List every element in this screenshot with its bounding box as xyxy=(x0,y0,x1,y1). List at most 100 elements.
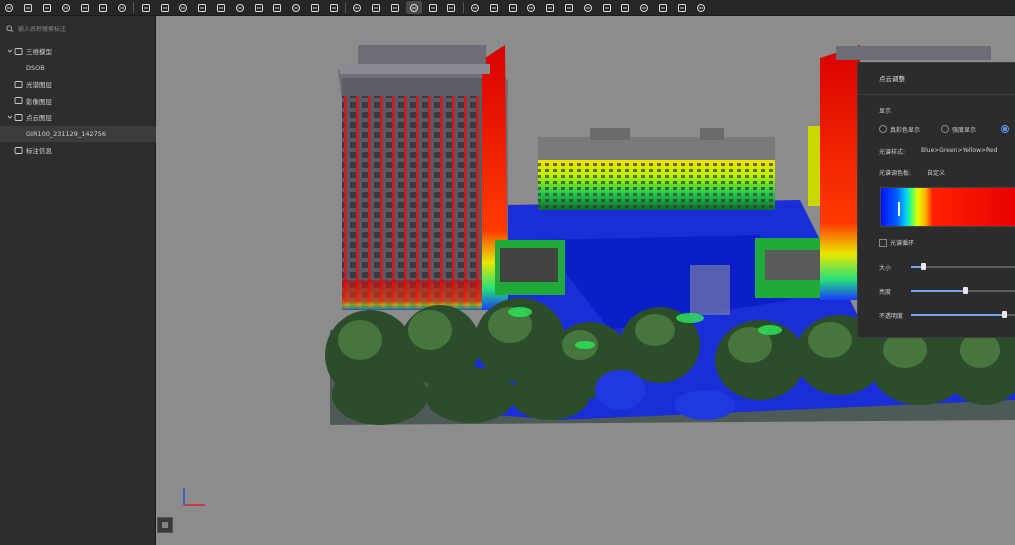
chevron-down-icon[interactable] xyxy=(6,47,14,55)
tree-node-label: DSOB xyxy=(26,63,45,72)
volume-button[interactable] xyxy=(523,1,539,14)
tree-node-label: 标注信息 xyxy=(26,147,52,156)
open-folder-button[interactable] xyxy=(20,1,36,14)
layers-icon xyxy=(14,80,23,89)
toolbar-separator xyxy=(133,2,135,13)
open-folder-icon xyxy=(24,3,33,12)
toolbar-separator xyxy=(345,2,347,13)
ramp-marker[interactable] xyxy=(898,202,900,216)
grid-box-button[interactable] xyxy=(326,1,342,14)
tree-node[interactable]: 标注信息 xyxy=(0,142,155,159)
cloud-button[interactable] xyxy=(39,1,55,14)
spectrum-loop-checkbox[interactable] xyxy=(879,239,887,247)
tree-node-label: 光谱图层 xyxy=(26,81,52,90)
section-button[interactable] xyxy=(542,1,558,14)
copy-button[interactable] xyxy=(213,1,229,14)
close-circle-button[interactable] xyxy=(114,1,130,14)
document-icon xyxy=(621,3,630,12)
tree-node-label: 三维模型 xyxy=(26,48,52,57)
image-button[interactable] xyxy=(655,1,671,14)
import-icon xyxy=(141,3,150,12)
spectrum-radio[interactable] xyxy=(1001,125,1009,133)
grid-box-icon xyxy=(329,3,338,12)
main-toolbar xyxy=(0,0,1015,16)
tree-node[interactable]: 光谱图层 xyxy=(0,76,155,93)
orbit-button[interactable] xyxy=(349,1,365,14)
new-file-icon xyxy=(5,3,14,12)
size-slider-knob[interactable] xyxy=(921,263,926,270)
tree-node[interactable]: DSOB xyxy=(0,60,175,77)
size-slider[interactable] xyxy=(911,263,1015,270)
opacity-label: 不透明度 xyxy=(879,313,904,320)
pin-button[interactable] xyxy=(467,1,483,14)
camera-button[interactable] xyxy=(561,1,577,14)
layer-split-icon xyxy=(198,3,207,12)
crop-icon xyxy=(602,3,611,12)
color-ramp-editor[interactable] xyxy=(880,187,1015,227)
tree-node[interactable]: GIR100_231129_142756 xyxy=(0,125,175,142)
chevron-down-icon[interactable] xyxy=(6,113,14,121)
layer-list-toggle-button[interactable] xyxy=(157,517,173,533)
opacity-slider[interactable] xyxy=(911,311,1015,318)
spectrum-loop-label: 光谱循环 xyxy=(890,240,915,247)
crop-button[interactable] xyxy=(599,1,615,14)
monitor-button[interactable] xyxy=(387,1,403,14)
flag-active-button[interactable] xyxy=(405,1,422,14)
save-icon xyxy=(61,3,70,12)
ramp-color-label: 光谱调色板: xyxy=(879,170,912,177)
cursor-button[interactable] xyxy=(636,1,652,14)
new-file-button[interactable] xyxy=(1,1,17,14)
toolbar-separator xyxy=(462,2,464,13)
nodes-icon xyxy=(235,3,244,12)
move-button[interactable] xyxy=(425,1,441,14)
cube-outline-button[interactable] xyxy=(288,1,304,14)
save-button[interactable] xyxy=(58,1,74,14)
intensity-radio[interactable] xyxy=(941,125,949,133)
box-icon xyxy=(254,3,263,12)
orbit-icon xyxy=(353,3,362,12)
box-button[interactable] xyxy=(251,1,267,14)
report-button[interactable] xyxy=(674,1,690,14)
brightness-slider[interactable] xyxy=(911,287,1015,294)
terrain-icon xyxy=(160,3,169,12)
true-color-radio[interactable] xyxy=(879,125,887,133)
search-icon xyxy=(6,25,14,33)
opacity-slider-knob[interactable] xyxy=(1002,311,1007,318)
import-button[interactable] xyxy=(138,1,154,14)
cube-button[interactable] xyxy=(269,1,285,14)
brightness-label: 亮度 xyxy=(879,289,892,296)
point-cloud-icon xyxy=(14,113,23,122)
image-icon xyxy=(658,3,667,12)
rotate-view-button[interactable] xyxy=(443,1,459,14)
refresh-button[interactable] xyxy=(77,1,93,14)
move-icon xyxy=(428,3,437,12)
mountain-button[interactable] xyxy=(580,1,596,14)
light-button[interactable] xyxy=(175,1,191,14)
ramp-style-value[interactable]: Blue>Green>Yellow>Red xyxy=(921,147,997,154)
rotate-view-icon xyxy=(447,3,456,12)
settings-icon xyxy=(99,3,108,12)
zoom-extent-button[interactable] xyxy=(368,1,384,14)
tree-node[interactable]: 影像图层 xyxy=(0,93,155,110)
brightness-slider-knob[interactable] xyxy=(963,287,968,294)
ramp-color-value[interactable]: 自定义 xyxy=(927,168,945,177)
ruler-button[interactable] xyxy=(505,1,521,14)
layer-split-button[interactable] xyxy=(194,1,210,14)
document-button[interactable] xyxy=(617,1,633,14)
tree-node[interactable]: 点云图层 xyxy=(0,109,155,126)
cube-icon xyxy=(273,3,282,12)
search-icon xyxy=(696,3,705,12)
wireframe-box-button[interactable] xyxy=(307,1,323,14)
flag-button[interactable] xyxy=(486,1,502,14)
wireframe-box-icon xyxy=(310,3,319,12)
nodes-button[interactable] xyxy=(232,1,248,14)
ramp-style-label: 光谱样式: xyxy=(879,149,906,156)
layer-tree-panel: 三维模型 DSOB 光谱图层影像图层点云图层 GIR100_231129_142756… xyxy=(0,16,175,545)
settings-button[interactable] xyxy=(95,1,111,14)
search-input[interactable] xyxy=(18,25,138,33)
terrain-button[interactable] xyxy=(157,1,173,14)
cursor-icon xyxy=(640,3,649,12)
search-button[interactable] xyxy=(693,1,709,14)
tree-node[interactable]: 三维模型 xyxy=(0,43,155,60)
zoom-extent-icon xyxy=(372,3,381,12)
